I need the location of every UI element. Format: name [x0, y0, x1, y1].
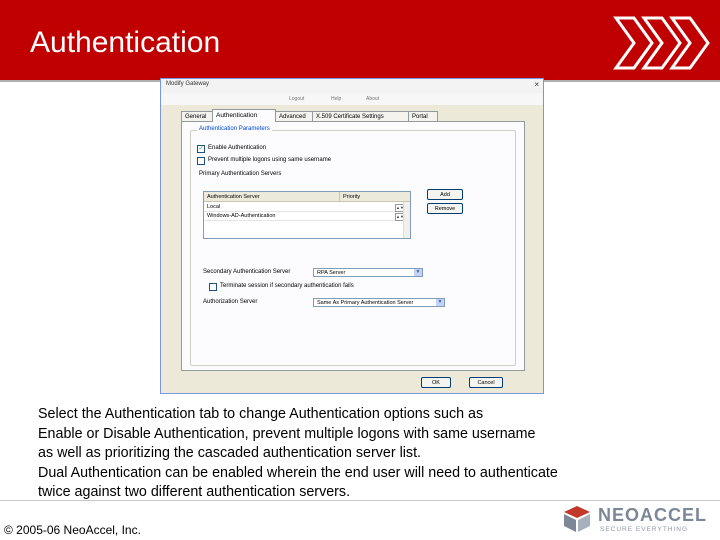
caption-line: as well as prioritizing the cascaded aut…: [38, 445, 422, 461]
help-link[interactable]: Help: [331, 96, 341, 102]
primary-servers-label: Primary Authentication Servers: [199, 171, 282, 177]
column-header-server[interactable]: Authentication Server: [204, 192, 340, 202]
column-header-priority[interactable]: Priority: [340, 192, 410, 202]
dialog-titlebar: Modify Gateway ×: [161, 79, 543, 94]
chevron-down-icon[interactable]: ▼: [436, 299, 444, 306]
cancel-button[interactable]: Cancel: [469, 377, 503, 388]
prevent-multiple-logons-label: Prevent multiple logons using same usern…: [208, 157, 332, 163]
table-row[interactable]: Local ▲▼: [204, 203, 410, 212]
caption-line: Enable or Disable Authentication, preven…: [38, 425, 536, 442]
copyright-text: © 2005-06 NeoAccel, Inc.: [4, 523, 141, 537]
terminate-session-label: Terminate session if secondary authentic…: [220, 283, 354, 289]
tab-general[interactable]: General: [181, 111, 213, 121]
table-row[interactable]: Windows-AD-Authentication ▲▼: [204, 212, 410, 221]
authorization-server-select[interactable]: Same As Primary Authentication Server ▼: [313, 298, 445, 307]
secondary-server-label: Secondary Authentication Server: [203, 269, 291, 275]
terminate-session-checkbox[interactable]: [209, 283, 217, 291]
brand-tagline: SECURE EVERYTHING: [600, 526, 689, 533]
logout-link[interactable]: Logout: [289, 96, 304, 102]
modify-gateway-dialog: Modify Gateway × Logout Help About Gener…: [160, 78, 544, 394]
tab-authentication[interactable]: Authentication: [212, 109, 276, 122]
title-banner: Authentication: [0, 0, 720, 82]
ok-button[interactable]: OK: [421, 377, 451, 388]
enable-authentication-checkbox[interactable]: ✓: [197, 145, 205, 153]
tab-x509-certificate-settings[interactable]: X.509 Certificate Settings: [312, 111, 409, 121]
authorization-server-label: Authorization Server: [203, 299, 258, 305]
neoaccel-logo-mark-icon: [564, 506, 590, 532]
add-button[interactable]: Add: [427, 189, 463, 200]
authentication-parameters-group: Authentication Parameters ✓ Enable Authe…: [190, 126, 516, 366]
primary-servers-table: Authentication Server Priority Local ▲▼ …: [203, 191, 411, 239]
enable-authentication-label: Enable Authentication: [208, 145, 267, 151]
brand-name: NEOACCEL: [598, 505, 708, 525]
tab-portal[interactable]: Portal: [408, 111, 438, 121]
close-icon[interactable]: ×: [534, 80, 539, 89]
chevron-arrows-icon: [613, 16, 710, 70]
chevron-down-icon[interactable]: ▼: [414, 269, 422, 276]
authorization-server-value: Same As Primary Authentication Server: [317, 300, 414, 306]
slide-caption: Select the Authentication tab to change …: [38, 405, 712, 503]
prevent-multiple-logons-checkbox[interactable]: [197, 157, 205, 165]
about-link[interactable]: About: [366, 96, 379, 102]
neoaccel-logo: NEOACCEL SECURE EVERYTHING: [560, 502, 716, 536]
tab-advanced[interactable]: Advanced: [275, 111, 313, 121]
server-name-cell: Local: [207, 204, 221, 210]
caption-line: Dual Authentication can be enabled where…: [38, 464, 558, 481]
secondary-server-select[interactable]: RPA Server ▼: [313, 268, 423, 277]
group-title: Authentication Parameters: [197, 126, 272, 132]
caption-line: Select the Authentication tab to change …: [38, 406, 484, 422]
secondary-server-value: RPA Server: [317, 270, 346, 276]
table-scrollbar[interactable]: [403, 202, 410, 238]
dialog-toolbar: Logout Help About: [161, 93, 543, 105]
authentication-panel: Authentication Parameters ✓ Enable Authe…: [181, 121, 525, 371]
footer-divider: [0, 500, 720, 501]
server-name-cell: Windows-AD-Authentication: [207, 213, 276, 219]
remove-button[interactable]: Remove: [427, 203, 463, 214]
slide-title: Authentication: [30, 26, 221, 59]
dialog-title: Modify Gateway: [166, 81, 210, 87]
